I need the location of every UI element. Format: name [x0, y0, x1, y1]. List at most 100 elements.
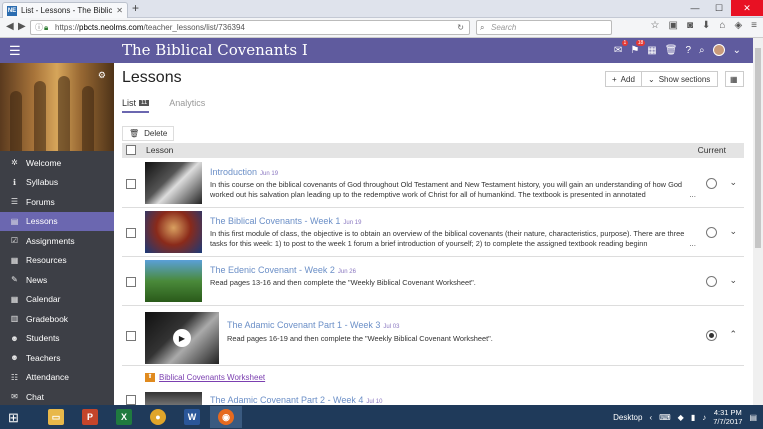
home-icon[interactable]: ⌂ [719, 20, 725, 31]
grid-view-button[interactable]: ▦ [725, 71, 744, 87]
desktop-label[interactable]: Desktop [613, 413, 642, 422]
calendar-icon[interactable]: ▦ [647, 45, 656, 56]
bookmark-star-icon[interactable]: ☆ [651, 20, 660, 31]
file-explorer-icon[interactable]: ▭ [40, 406, 72, 428]
current-radio[interactable] [706, 276, 717, 287]
sidebar-item-assignments[interactable]: ☑ Assignments [0, 231, 114, 251]
url-path: /teacher_lessons/list/736394 [143, 23, 245, 32]
sidebar-item-icon: ▦ [10, 294, 19, 304]
download-icon[interactable]: ⬇ [702, 20, 710, 31]
chevron-down-icon[interactable]: ⌄ [733, 45, 741, 56]
volume-icon[interactable]: ♪ [702, 413, 706, 422]
close-window-button[interactable]: ✕ [731, 0, 763, 16]
scrollbar-thumb[interactable] [755, 48, 761, 248]
menu-icon[interactable]: ≡ [751, 20, 757, 31]
show-sections-button[interactable]: ⌄ Show sections [641, 71, 718, 87]
sidebar-item-news[interactable]: ✎ News [0, 270, 114, 290]
back-icon[interactable]: ◀ [6, 21, 14, 32]
tab-analytics[interactable]: Analytics [169, 98, 205, 113]
reload-icon[interactable]: ↻ [457, 21, 464, 34]
row-checkbox[interactable] [126, 331, 136, 341]
current-radio[interactable] [706, 330, 717, 341]
lesson-title-link[interactable]: The Edenic Covenant - Week 2 Jun 26 [210, 265, 356, 275]
table-row[interactable]: ▶ The Adamic Covenant Part 1 - Week 3 Jul … [122, 306, 744, 366]
sidebar-item-teachers[interactable]: ☻ Teachers [0, 348, 114, 368]
clock[interactable]: 4:31 PM 7/7/2017 [713, 408, 742, 426]
lesson-title-link[interactable]: The Adamic Covenant Part 1 - Week 3 Jul 0… [227, 320, 399, 330]
browser-tab[interactable]: NE List - Lessons - The Biblical C ✕ [2, 2, 128, 18]
windows-start-icon[interactable]: ⊞ [8, 410, 19, 426]
row-checkbox[interactable] [126, 228, 136, 238]
help-icon[interactable]: ? [685, 45, 691, 56]
new-tab-icon[interactable]: + [132, 1, 139, 15]
chrome-icon[interactable]: ● [142, 406, 174, 428]
lesson-thumbnail[interactable] [145, 392, 202, 406]
chevron-down-icon[interactable]: ⌄ [729, 226, 737, 237]
hamburger-menu-icon[interactable]: ☰ [9, 43, 21, 59]
network-icon[interactable]: ▮ [691, 413, 695, 422]
table-row[interactable]: The Biblical Covenants - Week 1 Jun 19 In … [122, 208, 744, 257]
chevron-up-icon[interactable]: ⌃ [729, 329, 737, 340]
lesson-thumbnail[interactable] [145, 260, 202, 302]
avatar[interactable] [712, 44, 725, 56]
shield-icon[interactable]: ◈ [734, 20, 742, 31]
sidebar-item-chat[interactable]: ✉ Chat [0, 387, 114, 407]
select-all-checkbox[interactable] [126, 145, 136, 155]
sidebar-item-lessons[interactable]: ▤ Lessons [0, 211, 114, 231]
play-icon[interactable]: ▶ [173, 329, 191, 347]
sidebar-item-welcome[interactable]: ✲ Welcome [0, 153, 114, 173]
search-icon[interactable]: ⌕ [699, 45, 705, 56]
minimize-button[interactable]: — [683, 0, 707, 16]
trash-icon[interactable]: 🗑︎ [665, 45, 678, 56]
page-scrollbar[interactable] [753, 38, 763, 405]
row-checkbox[interactable] [126, 395, 136, 405]
pocket-icon[interactable]: ◙ [687, 20, 693, 31]
lesson-thumbnail[interactable]: ▶ [145, 312, 219, 364]
url-bar[interactable]: ⓘ 🔒︎ https://pbcts.neolms.com/teacher_le… [30, 20, 470, 35]
excel-icon[interactable]: X [108, 406, 140, 428]
shield-icon[interactable]: ◆ [678, 413, 684, 422]
lesson-title-link[interactable]: The Biblical Covenants - Week 1 Jun 19 [210, 216, 361, 226]
sidebar-item-resources[interactable]: ▦ Resources [0, 251, 114, 271]
close-tab-icon[interactable]: ✕ [116, 6, 123, 15]
sidebar-item-icon: ✉ [11, 392, 18, 402]
firefox-icon[interactable]: ◉ [210, 406, 242, 428]
sidebar-item-gradebook[interactable]: ▥ Gradebook [0, 309, 114, 329]
sidebar-item-icon: ☻ [10, 333, 19, 343]
notification-center-icon[interactable]: ▤ [749, 413, 757, 422]
worksheet-link[interactable]: Biblical Covenants Worksheet [159, 373, 265, 382]
mail-icon[interactable]: ✉ 1 [614, 39, 629, 56]
current-radio[interactable] [706, 227, 717, 238]
row-checkbox[interactable] [126, 179, 136, 189]
sidebar-item-attendance[interactable]: ☷ Attendance [0, 368, 114, 388]
add-button[interactable]: + Add [605, 71, 642, 87]
sidebar-item-forums[interactable]: ☰ Forums [0, 192, 114, 212]
search-input[interactable]: ⌕ Search [476, 20, 612, 35]
table-row[interactable]: Introduction Jun 19 In this course on the … [122, 159, 744, 208]
current-radio[interactable] [706, 178, 717, 189]
table-row[interactable]: The Edenic Covenant - Week 2 Jun 26 Read p… [122, 257, 744, 306]
lesson-thumbnail[interactable] [145, 162, 202, 204]
tab-list[interactable]: List 11 [122, 98, 150, 113]
gear-icon[interactable]: ⚙ [98, 70, 106, 81]
lesson-title-link[interactable]: Introduction Jun 19 [210, 167, 278, 177]
forward-icon[interactable]: ▶ [18, 21, 26, 32]
maximize-button[interactable]: ☐ [707, 0, 731, 16]
keyboard-icon[interactable]: ⌨ [659, 413, 671, 422]
powerpoint-icon[interactable]: P [74, 406, 106, 428]
word-icon[interactable]: W [176, 406, 208, 428]
delete-button[interactable]: 🗑︎ Delete [122, 126, 175, 141]
sidebar-item-syllabus[interactable]: ℹ Syllabus [0, 173, 114, 193]
chevron-down-icon[interactable]: ⌄ [729, 177, 737, 188]
sidebar-item-calendar[interactable]: ▦ Calendar [0, 290, 114, 310]
row-checkbox[interactable] [126, 277, 136, 287]
description-ellipsis: ... [689, 190, 696, 199]
chevron-down-icon[interactable]: ⌄ [729, 275, 737, 286]
notification-icon[interactable]: ⚑ 18 [630, 39, 646, 56]
sidebar-item-students[interactable]: ☻ Students [0, 329, 114, 349]
chevron-left-icon[interactable]: ‹ [649, 413, 652, 422]
lesson-thumbnail[interactable] [145, 211, 202, 253]
lesson-title-link[interactable]: The Adamic Covenant Part 2 - Week 4 Jul 1… [210, 395, 382, 405]
reading-list-icon[interactable]: ▣ [669, 20, 678, 31]
windows-taskbar: ⊞ ▭ P X ● W ◉ Desktop ‹ ⌨ ◆ ▮ ♪ 4:31 PM … [0, 405, 763, 429]
